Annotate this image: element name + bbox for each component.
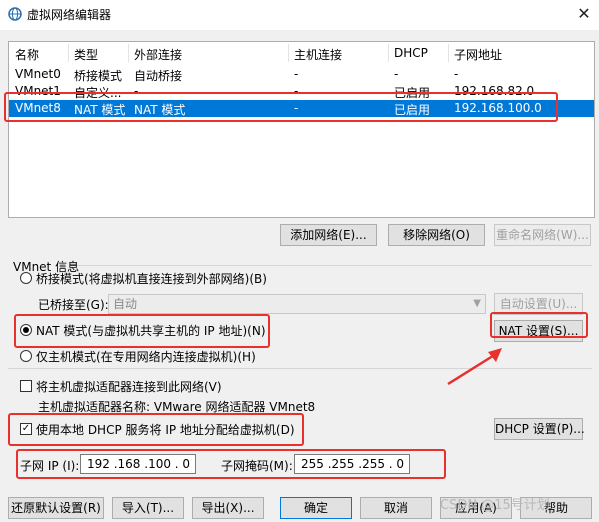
bridged-label[interactable]: 桥接模式(将虚拟机直接连接到外部网络)(B)	[36, 270, 267, 287]
col-header-name[interactable]: 名称	[15, 46, 39, 63]
remove-network-button[interactable]: 移除网络(O)	[388, 224, 485, 246]
highlight-vmnet8-row	[4, 92, 558, 122]
col-header-host[interactable]: 主机连接	[294, 46, 342, 63]
close-icon[interactable]: ✕	[572, 2, 596, 26]
window-title: 虚拟网络编辑器	[27, 8, 112, 22]
add-network-button[interactable]: 添加网络(E)...	[280, 224, 377, 246]
hostonly-label[interactable]: 仅主机模式(在专用网络内连接虚拟机)(H)	[36, 348, 256, 365]
network-editor-icon	[8, 7, 22, 21]
cell-external: 自动桥接	[134, 69, 183, 83]
cell-name: VMnet0	[15, 67, 61, 81]
col-header-dhcp[interactable]: DHCP	[394, 46, 428, 60]
highlight-nat-option	[14, 314, 270, 348]
list-header: 名称 类型 外部连接 主机连接 DHCP 子网地址	[9, 42, 594, 64]
connect-adapter-checkbox[interactable]	[20, 380, 32, 392]
highlight-subnet-fields	[16, 449, 446, 479]
col-header-external[interactable]: 外部连接	[134, 46, 182, 63]
annotation-arrow	[447, 348, 502, 386]
rename-network-button[interactable]: 重命名网络(W)...	[494, 224, 591, 246]
cell-type: 桥接模式	[74, 69, 123, 83]
col-header-subnet[interactable]: 子网地址	[454, 46, 502, 63]
table-row[interactable]: VMnet0 桥接模式 自动桥接 - - -	[9, 66, 594, 83]
connect-adapter-label[interactable]: 将主机虚拟适配器连接到此网络(V)	[36, 378, 222, 395]
cell-subnet: -	[454, 67, 459, 81]
bridged-radio[interactable]	[20, 272, 32, 284]
bridged-to-label: 已桥接至(G):	[38, 298, 109, 312]
dhcp-settings-button[interactable]: DHCP 设置(P)...	[494, 418, 585, 440]
col-header-type[interactable]: 类型	[74, 46, 98, 63]
cell-dhcp: -	[394, 67, 399, 81]
export-button[interactable]: 导出(X)...	[192, 497, 264, 519]
restore-defaults-button[interactable]: 还原默认设置(R)	[8, 497, 104, 519]
highlight-dhcp-option	[8, 413, 304, 446]
bridged-to-value: 自动	[113, 297, 138, 311]
chevron-down-icon: ▼	[473, 298, 481, 309]
title-bar: 虚拟网络编辑器 ✕	[0, 0, 599, 30]
network-list[interactable]: 名称 类型 外部连接 主机连接 DHCP 子网地址 VMnet0 桥接模式 自动…	[8, 41, 595, 218]
import-button[interactable]: 导入(T)...	[112, 497, 184, 519]
watermark-text: CSDN @15号计划	[440, 498, 550, 513]
cell-host: -	[294, 67, 299, 81]
highlight-nat-settings	[490, 312, 588, 338]
cancel-button[interactable]: 取消	[360, 497, 432, 519]
bridged-to-select[interactable]: 自动 ▼	[108, 294, 486, 314]
ok-button[interactable]: 确定	[280, 497, 352, 519]
hostonly-radio[interactable]	[20, 350, 32, 362]
